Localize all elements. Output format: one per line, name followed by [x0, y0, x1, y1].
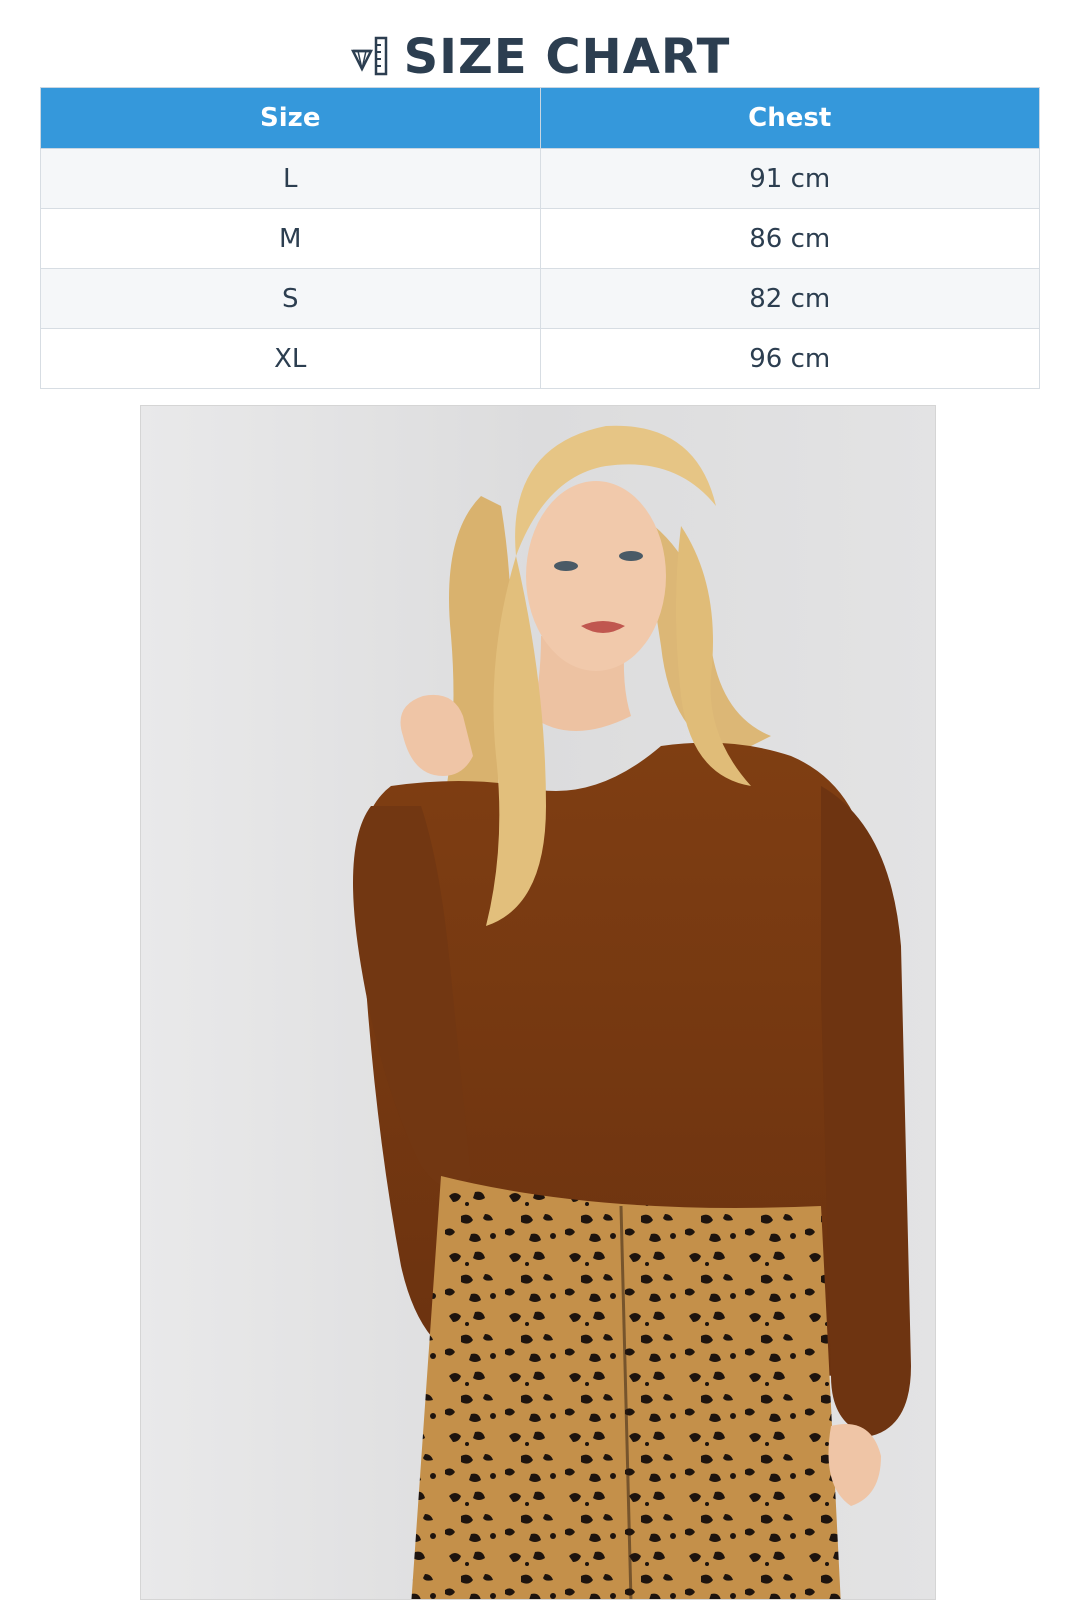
- page-title: SIZE CHART: [0, 24, 1080, 90]
- product-photo-illustration: [141, 406, 935, 1599]
- chest-cell: 96 cm: [539, 328, 1040, 389]
- column-header-size: Size: [40, 87, 541, 149]
- table-row: XL 96 cm: [40, 328, 1040, 389]
- title-text: SIZE CHART: [403, 29, 731, 85]
- diamond-ruler-icon: [350, 36, 387, 76]
- size-cell: M: [40, 208, 541, 269]
- chest-cell: 91 cm: [539, 148, 1040, 209]
- table-row: S 82 cm: [40, 268, 1040, 329]
- table-header-row: Size Chest: [40, 87, 1040, 149]
- chest-cell: 82 cm: [539, 268, 1040, 329]
- table-row: L 91 cm: [40, 148, 1040, 209]
- table-row: M 86 cm: [40, 208, 1040, 269]
- size-cell: S: [40, 268, 541, 329]
- column-header-chest: Chest: [539, 87, 1040, 149]
- chest-cell: 86 cm: [539, 208, 1040, 269]
- size-cell: XL: [40, 328, 541, 389]
- size-chart-table: Size Chest L 91 cm M 86 cm S 82 cm XL 96…: [40, 87, 1040, 389]
- size-cell: L: [40, 148, 541, 209]
- product-photo: [140, 405, 936, 1600]
